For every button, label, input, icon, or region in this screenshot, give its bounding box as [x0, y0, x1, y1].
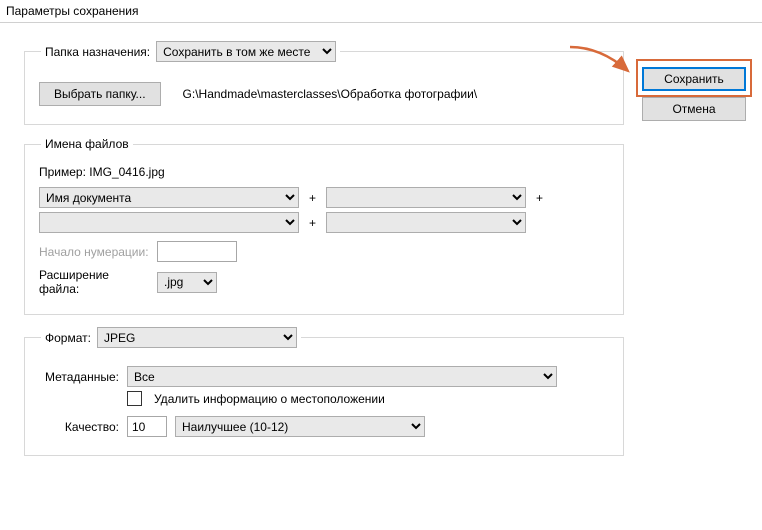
plus-3: +	[307, 216, 318, 230]
filename-template-2[interactable]	[326, 187, 526, 208]
format-select[interactable]: JPEG	[97, 327, 297, 348]
filename-template-4[interactable]	[326, 212, 526, 233]
filename-template-1[interactable]: Имя документа	[39, 187, 299, 208]
filename-template-3[interactable]	[39, 212, 299, 233]
example-label: Пример:	[39, 165, 86, 179]
metadata-label: Метаданные:	[39, 370, 119, 384]
filenames-legend: Имена файлов	[41, 137, 133, 151]
destination-label: Папка назначения:	[45, 45, 150, 59]
quality-label: Качество:	[39, 420, 119, 434]
example-value: IMG_0416.jpg	[89, 165, 164, 179]
extension-select[interactable]: .jpg	[157, 272, 217, 293]
destination-group: Папка назначения: Сохранить в том же мес…	[24, 41, 624, 125]
extension-label: Расширение файла:	[39, 268, 149, 296]
cancel-button[interactable]: Отмена	[642, 97, 746, 121]
quality-preset-select[interactable]: Наилучшее (10-12)	[175, 416, 425, 437]
start-numbering-label: Начало нумерации:	[39, 245, 149, 259]
plus-2: +	[534, 191, 545, 205]
start-numbering-input	[157, 241, 237, 262]
plus-1: +	[307, 191, 318, 205]
window-title: Параметры сохранения	[0, 0, 762, 23]
remove-location-label: Удалить информацию о местоположении	[154, 392, 385, 406]
format-group: Формат: JPEG Метаданные: Все Удалить инф…	[24, 327, 624, 456]
format-label: Формат:	[45, 331, 91, 345]
destination-mode-select[interactable]: Сохранить в том же месте	[156, 41, 336, 62]
metadata-select[interactable]: Все	[127, 366, 557, 387]
filenames-group: Имена файлов Пример: IMG_0416.jpg Имя до…	[24, 137, 624, 315]
browse-folder-button[interactable]: Выбрать папку...	[39, 82, 161, 106]
remove-location-checkbox[interactable]	[127, 391, 142, 406]
destination-path: G:\Handmade\masterclasses\Обработка фото…	[183, 87, 478, 101]
quality-input[interactable]	[127, 416, 167, 437]
save-button[interactable]: Сохранить	[642, 67, 746, 91]
